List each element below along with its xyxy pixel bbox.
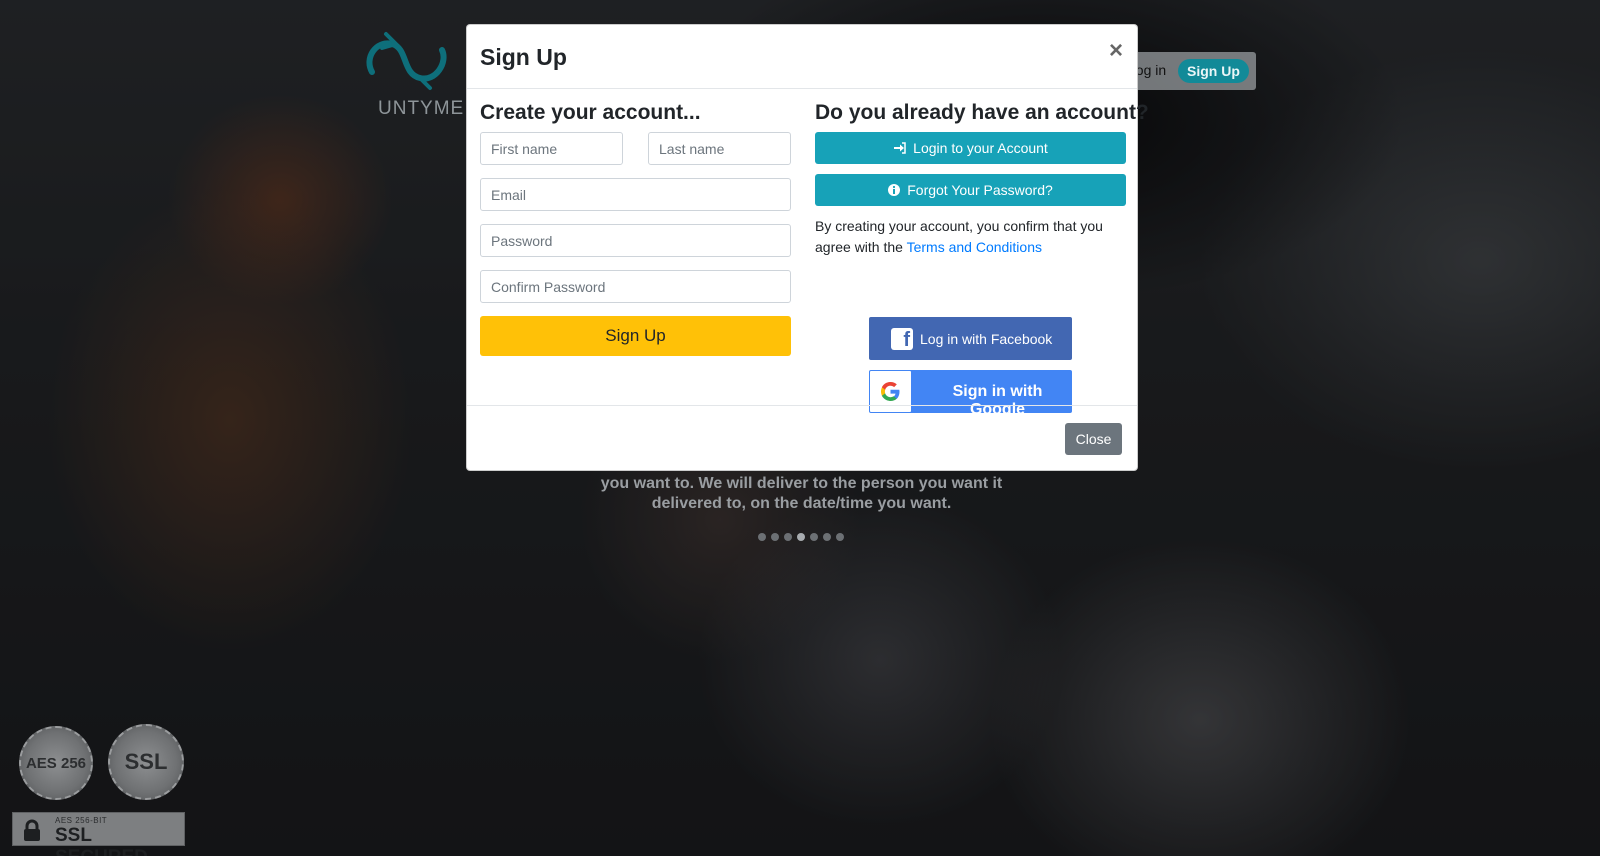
modal-title: Sign Up: [480, 44, 567, 70]
sign-in-icon: [894, 142, 906, 154]
carousel-indicators: [758, 533, 844, 541]
carousel-dot[interactable]: [758, 533, 766, 541]
site-logo[interactable]: UNTYME: [362, 28, 472, 120]
close-icon[interactable]: ×: [1109, 39, 1123, 63]
ssl-badge-text: SSL SECURED: [55, 825, 148, 856]
forgot-password-button[interactable]: Forgot Your Password?: [815, 174, 1126, 206]
aes-seal-text: AES 256: [25, 754, 87, 772]
existing-account-heading: Do you already have an account?: [815, 101, 1149, 124]
carousel-dot[interactable]: [784, 533, 792, 541]
ssl-badge-subtext: AES 256-BIT: [55, 816, 108, 825]
nav-signup-button[interactable]: Sign Up: [1178, 59, 1249, 83]
ssl-seal-text: SSL: [124, 749, 168, 774]
terms-text: By creating your account, you confirm th…: [815, 216, 1126, 258]
facebook-login-button[interactable]: f Log in with Facebook: [869, 317, 1072, 360]
signup-modal: Sign Up × Create your account... Sign Up…: [466, 24, 1149, 471]
carousel-dot[interactable]: [836, 533, 844, 541]
carousel-dot[interactable]: [771, 533, 779, 541]
confirm-password-input[interactable]: [480, 270, 791, 303]
modal-footer: Close: [467, 405, 1137, 471]
close-button[interactable]: Close: [1065, 423, 1122, 455]
first-name-input[interactable]: [480, 132, 623, 165]
create-account-section: Create your account... Sign Up: [480, 101, 791, 356]
name-row: [480, 132, 791, 165]
existing-account-section: Do you already have an account? Login to…: [815, 101, 1149, 418]
info-icon: [888, 184, 901, 196]
facebook-icon: f: [891, 328, 913, 351]
login-account-button[interactable]: Login to your Account: [815, 132, 1126, 164]
facebook-login-label: Log in with Facebook: [920, 331, 1053, 347]
aes-256-seal: AES 256: [19, 726, 93, 800]
create-account-heading: Create your account...: [480, 101, 701, 124]
signup-button[interactable]: Sign Up: [480, 316, 791, 356]
email-input[interactable]: [480, 178, 791, 211]
ssl-secured-badge: AES 256-BIT SSL SECURED: [12, 812, 185, 856]
carousel-dot[interactable]: [797, 533, 805, 541]
password-input[interactable]: [480, 224, 791, 257]
carousel-dot[interactable]: [823, 533, 831, 541]
hero-text: you want to. We will deliver to the pers…: [600, 475, 1003, 512]
login-account-label: Login to your Account: [913, 140, 1048, 156]
forgot-password-label: Forgot Your Password?: [907, 182, 1053, 198]
logo-text: UNTYME: [378, 98, 465, 119]
last-name-input[interactable]: [648, 132, 791, 165]
modal-header: Sign Up ×: [467, 25, 1137, 89]
carousel-dot[interactable]: [810, 533, 818, 541]
logo-mark-icon: [366, 32, 447, 90]
lock-icon: [24, 819, 40, 841]
terms-link[interactable]: Terms and Conditions: [907, 239, 1042, 255]
ssl-seal: SSL: [108, 724, 184, 800]
